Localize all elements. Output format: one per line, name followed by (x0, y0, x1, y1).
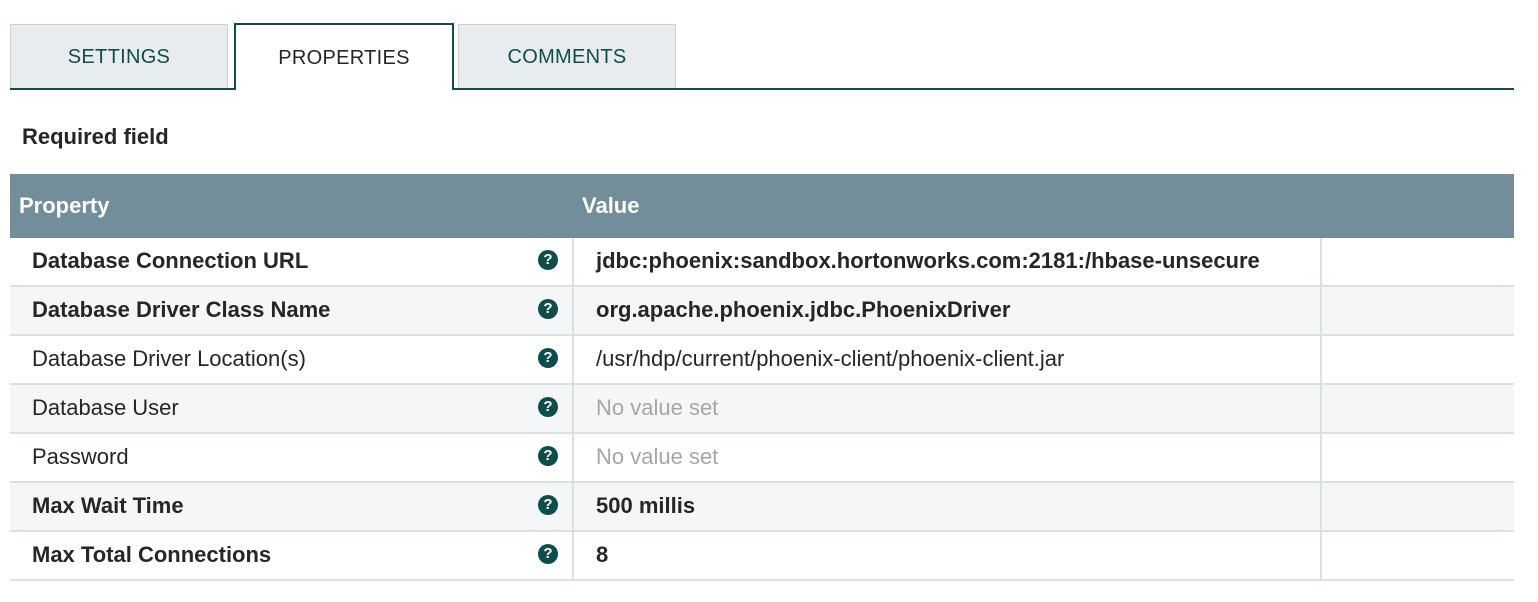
property-value[interactable]: jdbc:phoenix:sandbox.hortonworks.com:218… (596, 248, 1260, 274)
column-divider (572, 385, 574, 432)
table-row[interactable]: Max Wait Time? 500 millis (10, 483, 1514, 532)
property-name: Database Driver Class Name (32, 297, 331, 322)
property-name: Max Wait Time (32, 493, 184, 518)
property-value[interactable]: 500 millis (596, 493, 695, 519)
tab-properties-label: PROPERTIES (278, 47, 410, 69)
table-row[interactable]: Password? No value set (10, 434, 1514, 483)
row-actions-cell (1322, 385, 1514, 432)
column-divider (572, 336, 574, 383)
column-divider (572, 532, 574, 579)
row-actions-cell (1322, 532, 1514, 579)
properties-table: Property Value Database Connection URL? j… (10, 174, 1514, 581)
table-row[interactable]: Database Driver Location(s)? /usr/hdp/cur… (10, 336, 1514, 385)
table-row[interactable]: Database Connection URL? jdbc:phoenix:san… (10, 238, 1514, 287)
row-actions-cell (1322, 336, 1514, 383)
table-row[interactable]: Database Driver Class Name? org.apache.ph… (10, 287, 1514, 336)
property-value[interactable]: No value set (596, 395, 718, 421)
column-header-property[interactable]: Property (19, 193, 109, 219)
table-body: Database Connection URL? jdbc:phoenix:san… (10, 238, 1514, 581)
property-name: Max Total Connections (32, 542, 272, 567)
property-value[interactable]: org.apache.phoenix.jdbc.PhoenixDriver (596, 297, 1010, 323)
column-divider (572, 483, 574, 530)
required-field-note: Required field (22, 124, 169, 149)
table-row[interactable]: Database User? No value set (10, 385, 1514, 434)
question-circle-icon[interactable]: ? (538, 446, 558, 466)
tab-comments-label: COMMENTS (507, 46, 627, 68)
tab-bar: SETTINGS PROPERTIES COMMENTS (10, 23, 1514, 90)
table-header: Property Value (10, 174, 1514, 238)
question-circle-icon[interactable]: ? (538, 495, 558, 515)
property-value[interactable]: 8 (596, 542, 608, 568)
question-circle-icon[interactable]: ? (538, 250, 558, 270)
question-circle-icon[interactable]: ? (538, 544, 558, 564)
property-value[interactable]: No value set (596, 444, 718, 470)
property-value[interactable]: /usr/hdp/current/phoenix-client/phoenix-… (596, 346, 1064, 372)
column-divider (572, 434, 574, 481)
row-actions-cell (1322, 434, 1514, 481)
table-row[interactable]: Max Total Connections? 8 (10, 532, 1514, 581)
property-name: Database Driver Location(s) (32, 346, 306, 371)
row-actions-cell (1322, 287, 1514, 334)
question-circle-icon[interactable]: ? (538, 397, 558, 417)
row-actions-cell (1322, 238, 1514, 285)
property-name: Password (32, 444, 129, 469)
tab-settings-label: SETTINGS (67, 46, 171, 68)
tab-properties[interactable]: PROPERTIES (234, 23, 454, 90)
tab-comments[interactable]: COMMENTS (458, 24, 676, 88)
column-divider (572, 238, 574, 285)
tab-settings[interactable]: SETTINGS (10, 24, 228, 88)
property-name: Database User (32, 395, 179, 420)
property-name: Database Connection URL (32, 248, 309, 273)
column-divider (572, 287, 574, 334)
row-actions-cell (1322, 483, 1514, 530)
question-circle-icon[interactable]: ? (538, 299, 558, 319)
column-header-value[interactable]: Value (582, 193, 639, 219)
question-circle-icon[interactable]: ? (538, 348, 558, 368)
